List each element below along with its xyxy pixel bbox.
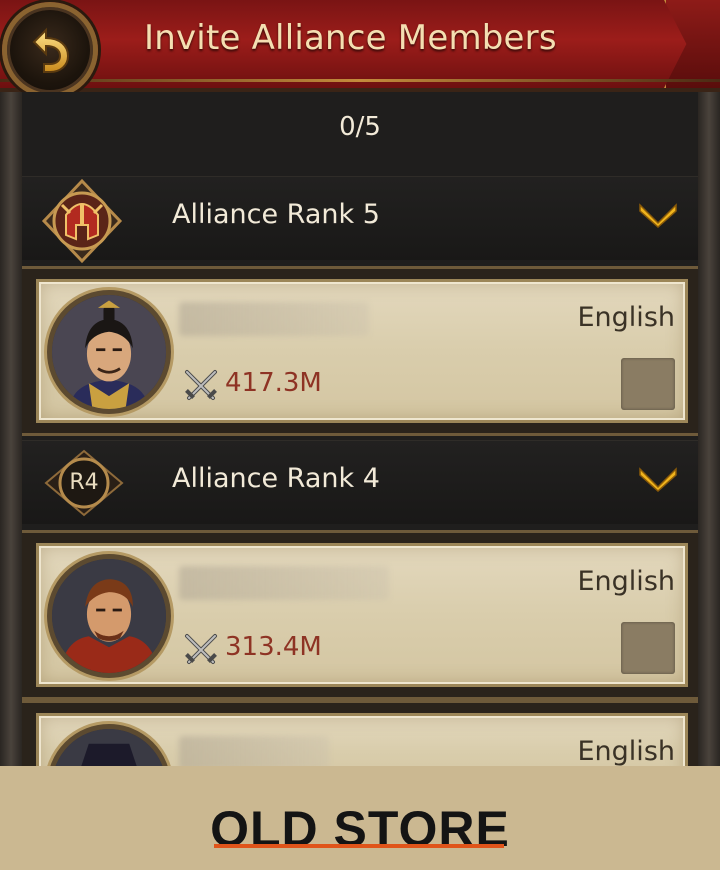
member-name-redacted [179,302,369,336]
chevron-down-icon[interactable] [638,467,678,493]
rank-label: Alliance Rank 5 [172,199,380,230]
member-avatar [47,554,171,678]
page-title: Invite Alliance Members [144,18,557,58]
right-pillar [698,92,720,792]
member-language: English [577,302,676,333]
member-name-redacted [179,566,389,600]
back-button[interactable] [2,2,98,98]
warrior-portrait-icon [52,559,166,673]
select-checkbox[interactable] [621,622,675,674]
rank-badge-text: R4 [69,470,99,495]
member-language: English [577,566,676,597]
member-power: 417.3M [225,368,322,398]
crossed-swords-icon [185,370,217,400]
helmet-emblem-icon [41,178,123,264]
rank-header-5[interactable]: Alliance Rank 5 [22,176,698,264]
selection-count: 0/5 [339,112,381,142]
member-avatar [47,290,171,414]
chevron-down-icon[interactable] [638,203,678,229]
back-arrow-icon [32,27,70,73]
member-card-body[interactable]: 417.3M English [36,279,688,423]
member-card: English [22,700,698,848]
crossed-swords-icon [185,634,217,664]
member-card: 313.4M English [22,530,698,700]
member-card: 417.3M English [22,266,698,436]
footer-banner: OLD STORE [0,766,720,870]
left-pillar [0,92,22,792]
rank-header-4[interactable]: R4 Alliance Rank 4 [22,440,698,524]
footer-text: OLD STORE [210,801,510,857]
rank-label: Alliance Rank 4 [172,463,380,494]
member-name-redacted [179,736,329,770]
member-card-body[interactable]: 313.4M English [36,543,688,687]
footer-underline [214,844,504,848]
member-language: English [577,736,676,767]
header-ribbon [664,0,720,88]
member-power: 313.4M [225,632,322,662]
header-bar: Invite Alliance Members [0,0,720,92]
warrior-portrait-icon [52,295,166,409]
select-checkbox[interactable] [621,358,675,410]
